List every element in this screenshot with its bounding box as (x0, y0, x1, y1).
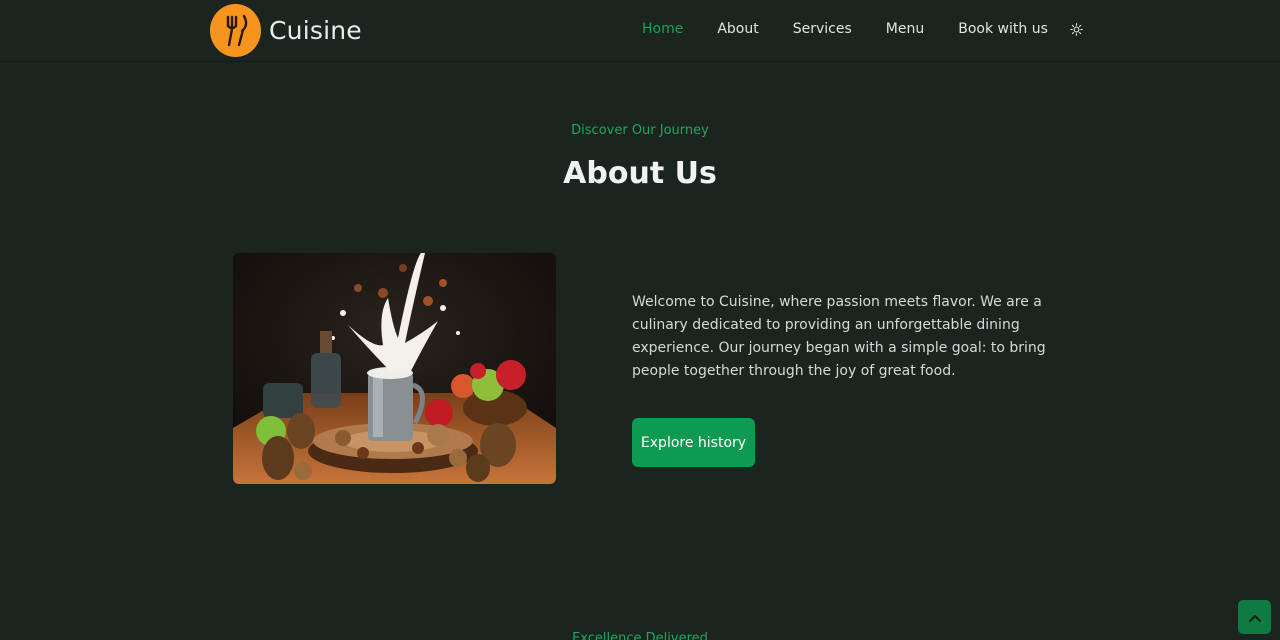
brand[interactable]: Cuisine (210, 2, 362, 58)
sun-icon[interactable] (1070, 22, 1084, 36)
food-photo (233, 253, 556, 484)
nav-item-services[interactable]: Services (793, 18, 852, 40)
fork-knife-icon (210, 3, 261, 57)
chevron-up-icon (1248, 608, 1262, 627)
brand-name: Cuisine (269, 15, 362, 45)
nav-item-menu[interactable]: Menu (886, 18, 924, 40)
nav-item-home[interactable]: Home (642, 18, 683, 40)
scroll-to-top-button[interactable] (1238, 600, 1271, 634)
section-title: About Us (563, 156, 717, 191)
about-description: Welcome to Cuisine, where passion meets … (632, 294, 1046, 379)
site-header: Cuisine Home About Services Menu Book wi… (0, 0, 1280, 62)
section-eyebrow: Discover Our Journey (571, 123, 709, 138)
main-nav: Home About Services Menu Book with us (642, 18, 1084, 40)
nav-item-book-with-us[interactable]: Book with us (958, 18, 1048, 40)
next-section-eyebrow: Excellence Delivered (572, 631, 708, 640)
explore-history-button[interactable]: Explore history (632, 418, 755, 467)
nav-item-about[interactable]: About (717, 18, 758, 40)
